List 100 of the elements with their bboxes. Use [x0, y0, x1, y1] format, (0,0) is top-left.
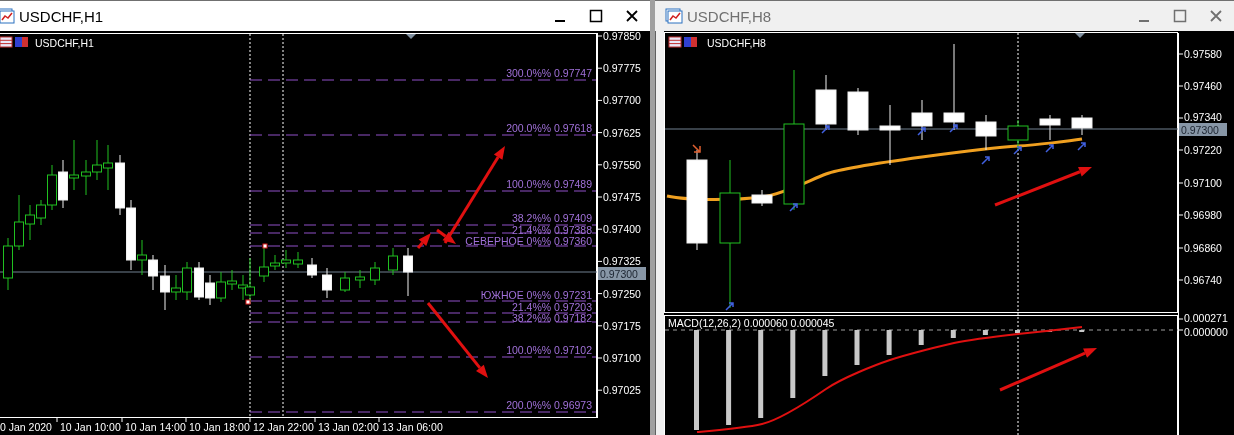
fractal-arrow-icon: [725, 302, 734, 311]
price-label: 0.96740: [1184, 274, 1222, 286]
marker-triangle-icon: [406, 34, 416, 39]
candlestick: [81, 159, 91, 196]
price-label: 0.97580: [1184, 48, 1222, 60]
fractal-arrow-icon: [917, 127, 926, 136]
fibonacci-level-label: 21.4%% 0.97388: [512, 224, 592, 236]
fibonacci-level-label: 200.0%% 0.96973: [506, 399, 592, 411]
price-label: 0.97175: [603, 319, 641, 332]
chart-icons: [0, 36, 28, 48]
candlestick: [115, 154, 125, 216]
candlestick: [69, 139, 79, 191]
candlestick: [3, 237, 13, 291]
fibonacci-level-label: 21.4%% 0.97203: [512, 301, 592, 313]
fibonacci-level-label: 100.0%% 0.97489: [506, 178, 592, 190]
candlestick: [340, 271, 350, 293]
time-label: 13 Jan 02:00: [318, 421, 379, 433]
price-label: 0.96860: [1184, 242, 1222, 254]
fibonacci-level-label: 38.2%% 0.97182: [512, 312, 592, 324]
minimize-icon: [1138, 20, 1150, 22]
price-label: 0.97475: [603, 191, 641, 203]
fibonacci-level-label: 38.2%% 0.97409: [512, 212, 592, 224]
fibonacci-level-label: 100.0%% 0.97102: [506, 344, 592, 356]
fractal-arrow-icon: [1013, 146, 1022, 155]
histogram-bar: [854, 330, 860, 365]
candlestick: [815, 74, 837, 131]
fibonacci-level-label: ЮЖНОЕ 0%% 0.97231: [480, 289, 592, 301]
histogram-bar: [982, 330, 988, 335]
candlestick: [975, 114, 997, 151]
fractal-arrow-icon: [1045, 144, 1054, 153]
current-price-label: 0.97300: [1179, 123, 1227, 136]
chart-symbol-label: USDCHF,H8: [707, 37, 766, 49]
candlestick: [293, 251, 303, 269]
indicator-label: MACD(12,26,2) 0.000060 0.000045: [668, 317, 835, 329]
price-label: 0.97625: [603, 126, 641, 139]
fibonacci-level-label: 200.0%% 0.97618: [506, 122, 592, 134]
candlestick: [370, 261, 380, 286]
histogram-bar: [1015, 330, 1020, 333]
candlestick: [1071, 114, 1093, 136]
chart-icons: [668, 36, 697, 48]
candlestick: [322, 267, 332, 299]
time-label: 10 Jan 14:00: [125, 421, 186, 433]
candlestick: [307, 257, 317, 279]
marker-triangle-icon: [1075, 33, 1085, 38]
histogram-bar: [822, 330, 828, 376]
price-label: 0.97100: [1184, 177, 1222, 189]
time-label: 12 Jan 22:00: [253, 421, 314, 433]
price-label: 0.97100: [603, 352, 641, 364]
candlestick: [355, 269, 365, 289]
maximize-icon: [1173, 9, 1187, 23]
anchor-points-drawing: [245, 243, 268, 305]
window-title: USDCHF,H8: [687, 7, 773, 25]
time-label: 10 Jan 10:00: [60, 421, 121, 433]
current-price-label: 0.97300: [598, 267, 646, 280]
price-label: 0.97550: [603, 158, 641, 171]
time-label: 13 Jan 06:00: [382, 421, 443, 433]
histogram-bar: [886, 330, 892, 355]
price-label: 0.97340: [1184, 111, 1222, 123]
price-label: 0.97250: [603, 287, 641, 300]
window-title: USDCHF,H1: [19, 7, 105, 25]
indicator-value-label: 0.000271: [1184, 312, 1228, 324]
chart-symbol-label: USDCHF,H1: [35, 37, 94, 49]
minimize-icon: [554, 20, 566, 22]
fractal-arrow-icon: [821, 125, 830, 134]
candlestick: [92, 139, 102, 181]
trend-arrow: [416, 233, 431, 249]
candlestick: [1039, 114, 1061, 141]
price-label: 0.97775: [603, 62, 641, 75]
time-label: 0 Jan 2020: [0, 421, 52, 433]
price-label: 0.97700: [603, 94, 641, 107]
price-label: 0.97025: [603, 384, 641, 397]
candlestick: [194, 261, 204, 301]
candlestick: [58, 159, 68, 209]
candlestick: [911, 99, 933, 141]
price-label: 0.97850: [603, 31, 641, 42]
candlestick: [847, 87, 869, 136]
histogram-bar: [950, 330, 956, 338]
candlestick: [388, 247, 398, 276]
candlestick: [879, 104, 901, 166]
fractal-arrow-icon: [789, 203, 798, 212]
chart-window-icon: [665, 7, 683, 25]
price-label: 0.97220: [1184, 144, 1222, 156]
close-icon: [626, 10, 638, 22]
candlestick: [281, 249, 291, 269]
fractal-arrow-icon: [981, 156, 990, 165]
price-label: 0.97325: [603, 255, 641, 268]
candlestick: [751, 189, 773, 207]
indicator-value-label: 0.000000: [1184, 326, 1228, 338]
price-label: 0.97460: [1184, 80, 1222, 92]
fractal-arrow-icon: [692, 144, 701, 153]
fractal-arrow-icon: [949, 124, 958, 133]
time-label: 10 Jan 18:00: [189, 421, 250, 433]
fibonacci-level-label: 300.0%% 0.97747: [506, 67, 592, 79]
candlestick: [1007, 119, 1029, 151]
candlestick: [205, 274, 215, 306]
candlestick: [403, 247, 413, 297]
maximize-icon: [589, 9, 603, 23]
close-icon: [1210, 10, 1222, 22]
candlestick: [148, 254, 158, 291]
candlestick: [103, 144, 113, 191]
